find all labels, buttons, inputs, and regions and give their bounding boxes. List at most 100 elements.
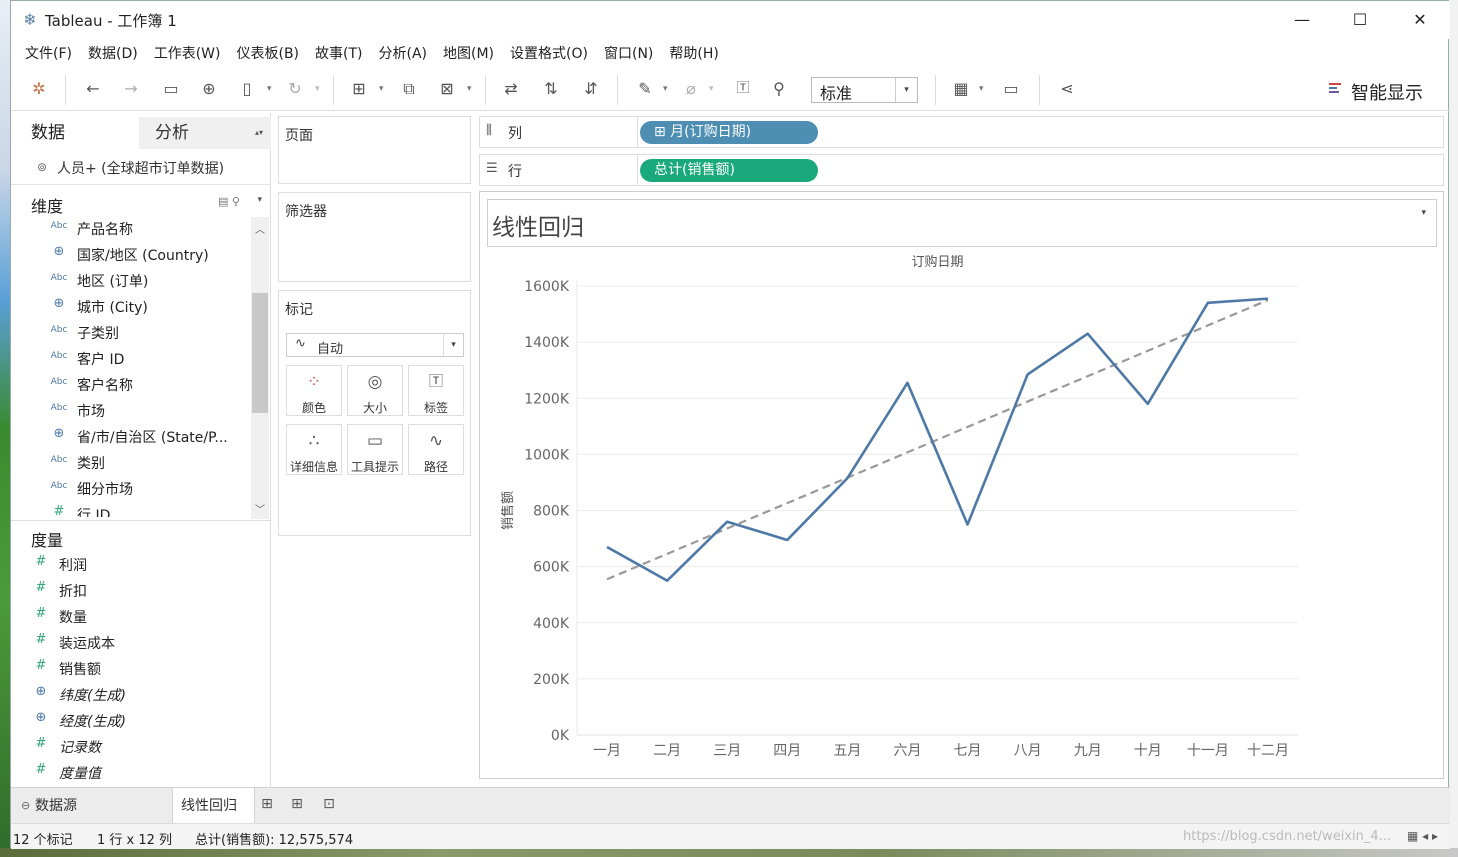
field-item[interactable]: Abc 子类别 [11, 319, 251, 345]
field-item[interactable]: ⊕ 城市 (City) [11, 293, 251, 319]
pause-updates-icon[interactable]: ▯ [235, 77, 259, 101]
divider [11, 520, 270, 521]
rows-pill[interactable]: 总计(销售额) [640, 159, 818, 182]
show-me-button[interactable]: 智能显示 [1351, 79, 1423, 105]
field-item[interactable]: Abc 客户 ID [11, 345, 251, 371]
dimensions-scrollbar[interactable]: ︿ ﹀ [251, 217, 269, 519]
field-item[interactable]: # 记录数 [11, 733, 270, 759]
columns-shelf[interactable]: ⫼ 列 ⊞ 月(订购日期) [479, 116, 1444, 148]
sheet-tab-active[interactable]: 线性回归 [173, 788, 255, 824]
menu-file[interactable]: 文件(F) [17, 43, 80, 63]
fit-select[interactable]: 标准 ▾ [811, 77, 918, 103]
chevron-down-icon[interactable]: ▾ [979, 77, 984, 101]
menu-window[interactable]: 窗口(N) [596, 43, 661, 63]
chevron-down-icon[interactable]: ▾ [315, 77, 320, 101]
menu-worksheet[interactable]: 工作表(W) [146, 43, 229, 63]
new-worksheet-icon[interactable]: ⊞ [255, 796, 279, 816]
field-item[interactable]: # 行 ID [11, 501, 251, 517]
field-item[interactable]: # 装运成本 [11, 629, 270, 655]
field-item[interactable]: Abc 产品名称 [11, 215, 251, 241]
pages-card[interactable]: 页面 [278, 116, 471, 184]
maximize-button[interactable]: ☐ [1331, 1, 1389, 39]
field-item[interactable]: Abc 客户名称 [11, 371, 251, 397]
data-source-tab[interactable]: ⊖ 数据源 [11, 788, 173, 824]
menu-format[interactable]: 设置格式(O) [502, 43, 596, 63]
chevron-down-icon[interactable]: ▾ [257, 195, 262, 205]
data-source-item[interactable]: ⊚ 人员+ (全球超市订单数据) [11, 151, 270, 185]
field-item[interactable]: # 利润 [11, 551, 270, 577]
field-item[interactable]: Abc 市场 [11, 397, 251, 423]
menu-story[interactable]: 故事(T) [307, 43, 370, 63]
chevron-down-icon[interactable]: ▾ [267, 77, 272, 101]
size-button[interactable]: ◎ 大小 [347, 365, 403, 416]
chevron-down-icon[interactable]: ▾ [467, 77, 472, 101]
show-cards-icon[interactable]: ▦ [949, 77, 973, 101]
path-button[interactable]: ∿ 路径 [408, 424, 464, 475]
menu-dashboard[interactable]: 仪表板(B) [228, 43, 307, 63]
desktop-background-left [0, 0, 10, 857]
field-item[interactable]: ⊕ 国家/地区 (Country) [11, 241, 251, 267]
field-item[interactable]: ⊕ 省/市/自治区 (State/P... [11, 423, 251, 449]
undo-icon[interactable]: ← [81, 77, 105, 101]
field-item[interactable]: # 销售额 [11, 655, 270, 681]
scroll-thumb[interactable] [252, 293, 268, 413]
tab-analysis[interactable]: 分析 ▴▾ [139, 117, 271, 149]
field-item[interactable]: Abc 细分市场 [11, 475, 251, 501]
scroll-up-icon[interactable]: ︿ [251, 221, 269, 236]
field-item[interactable]: ⊕ 纬度(生成) [11, 681, 270, 707]
chevron-down-icon[interactable]: ▾ [379, 77, 384, 101]
show-labels-icon[interactable]: 🅃 [731, 77, 755, 101]
new-story-icon[interactable]: ⊡ [317, 796, 341, 816]
field-label: 国家/地区 (Country) [77, 248, 209, 264]
label-icon: 🅃 [429, 374, 443, 390]
view-search-icons[interactable]: ▤ ⚲ [218, 195, 240, 208]
new-data-source-icon[interactable]: ⊕ [197, 77, 221, 101]
clear-sheet-icon[interactable]: ⊠ [435, 77, 459, 101]
pin-axes-icon[interactable]: ⚲ [767, 77, 791, 101]
close-button[interactable]: ✕ [1391, 1, 1449, 39]
field-item[interactable]: # 数量 [11, 603, 270, 629]
swap-rows-columns-icon[interactable]: ⇄ [499, 77, 523, 101]
highlight-icon[interactable]: ✎ [633, 77, 657, 101]
field-item[interactable]: Abc 类别 [11, 449, 251, 475]
scroll-down-icon[interactable]: ﹀ [251, 501, 269, 516]
sort-descending-icon[interactable]: ⇵ [579, 77, 603, 101]
menu-help[interactable]: 帮助(H) [661, 43, 726, 63]
marks-title: 标记 [285, 302, 313, 318]
save-icon[interactable]: ▭ [159, 77, 183, 101]
redo-icon[interactable]: → [119, 77, 143, 101]
chevron-down-icon[interactable]: ▾ [709, 77, 714, 101]
menu-analysis[interactable]: 分析(A) [371, 43, 436, 63]
field-item[interactable]: # 折扣 [11, 577, 270, 603]
tab-data[interactable]: 数据 [13, 117, 139, 149]
field-item[interactable]: # 度量值 [11, 759, 270, 785]
line-chart: 订购日期销售额 0K 200K 400K 600K 800K 1000K 1200K 1400K… [500, 254, 1298, 759]
columns-pill[interactable]: ⊞ 月(订购日期) [640, 121, 818, 144]
share-icon[interactable]: ⋖ [1055, 77, 1079, 101]
rows-shelf[interactable]: ☰ 行 总计(销售额) [479, 154, 1444, 186]
menu-map[interactable]: 地图(M) [435, 43, 502, 63]
chevron-down-icon[interactable]: ▾ [663, 77, 668, 101]
sort-ascending-icon[interactable]: ⇅ [539, 77, 563, 101]
field-item[interactable]: ⊕ 经度(生成) [11, 707, 270, 733]
grid-view-icon[interactable]: ▦ ◂ ▸ [1407, 829, 1438, 843]
detail-button[interactable]: ∴ 详细信息 [286, 424, 342, 475]
new-dashboard-icon[interactable]: ⊞ [285, 796, 309, 816]
menu-data[interactable]: 数据(D) [80, 43, 146, 63]
color-button[interactable]: ⁘ 颜色 [286, 365, 342, 416]
tooltip-button[interactable]: ▭ 工具提示 [347, 424, 403, 475]
tableau-home-icon[interactable]: ✲ [27, 77, 51, 101]
filters-card[interactable]: 筛选器 [278, 192, 471, 282]
mark-type-select[interactable]: ∿ 自动 ▾ [286, 333, 464, 357]
y-tick-label: 400K [533, 616, 570, 632]
field-item[interactable]: Abc 地区 (订单) [11, 267, 251, 293]
refresh-icon[interactable]: ↻ [283, 77, 307, 101]
presentation-mode-icon[interactable]: ▭ [999, 77, 1023, 101]
chevron-down-icon[interactable]: ▾ [1421, 208, 1426, 218]
new-worksheet-icon[interactable]: ⊞ [347, 77, 371, 101]
view-title-box[interactable]: 线性回归 ▾ [487, 199, 1437, 247]
minimize-button[interactable]: — [1273, 1, 1331, 39]
label-button[interactable]: 🅃 标签 [408, 365, 464, 416]
duplicate-sheet-icon[interactable]: ⧉ [397, 77, 421, 101]
group-icon[interactable]: ⌀ [679, 77, 703, 101]
